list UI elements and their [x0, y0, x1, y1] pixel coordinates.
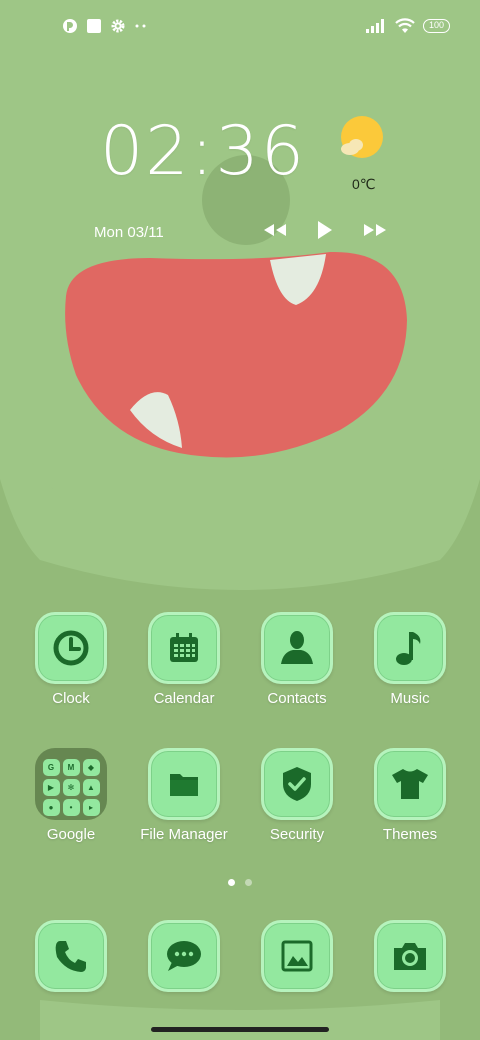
app-security[interactable]: Security: [241, 748, 353, 843]
battery-icon: 100: [422, 19, 450, 33]
home-indicator[interactable]: [151, 1027, 329, 1032]
temperature: 0℃: [352, 176, 376, 192]
calendar-app-tile[interactable]: [148, 612, 220, 684]
google-folder-tile[interactable]: G M ◆ ▶ ✻ ▲ ● • ▸: [35, 748, 107, 820]
app-google-folder[interactable]: G M ◆ ▶ ✻ ▲ ● • ▸ Google: [15, 748, 127, 843]
app-label: Music: [390, 690, 430, 707]
messages-icon: [167, 941, 201, 971]
clock-time[interactable]: 02:36: [100, 112, 306, 192]
more-dots-icon: [135, 24, 146, 28]
phone-icon: [55, 941, 86, 972]
play-icon[interactable]: [316, 219, 334, 241]
gallery-icon: [281, 940, 313, 972]
wifi-icon: [395, 18, 415, 33]
app-clock[interactable]: Clock: [15, 612, 127, 707]
partly-sunny-icon[interactable]: [336, 112, 386, 162]
security-app-tile[interactable]: [261, 748, 333, 820]
phone-app-tile[interactable]: [35, 920, 107, 992]
app-calendar[interactable]: Calendar: [128, 612, 240, 707]
app-label: Themes: [382, 826, 438, 843]
dock-camera[interactable]: [354, 920, 466, 992]
themes-app-tile[interactable]: [374, 748, 446, 820]
messages-app-tile[interactable]: [148, 920, 220, 992]
date-label: Mon 03/11: [94, 224, 164, 241]
photos-mini-icon: ✻: [62, 779, 80, 796]
signal-icon: [365, 19, 384, 33]
page-dot-2[interactable]: [245, 879, 252, 886]
app-label: Security: [269, 826, 325, 843]
play-store-mini-icon: ▸: [82, 799, 100, 816]
clock-app-tile[interactable]: [35, 612, 107, 684]
calendar-icon: [170, 633, 198, 662]
shield-check-icon: [283, 767, 311, 801]
next-icon[interactable]: [362, 221, 388, 239]
dock-phone[interactable]: [15, 920, 127, 992]
app-music[interactable]: Music: [354, 612, 466, 707]
gallery-app-tile[interactable]: [261, 920, 333, 992]
music-note-icon: [396, 632, 421, 665]
page-dot-1[interactable]: [228, 879, 235, 886]
status-bar: 100: [0, 0, 480, 56]
app-label: Calendar: [153, 690, 215, 707]
notification-icons: [62, 18, 148, 34]
clock-icon: [53, 630, 89, 666]
app-label: Contacts: [267, 690, 327, 707]
folder-icon: [170, 774, 198, 796]
app-label: Clock: [52, 690, 90, 707]
square-icon: [87, 19, 101, 33]
app-file-manager[interactable]: File Manager: [128, 748, 240, 843]
youtube-mini-icon: ▶: [42, 779, 60, 796]
previous-icon[interactable]: [262, 221, 288, 239]
gmail-mini-icon: M: [62, 759, 80, 776]
gear-icon: [111, 19, 125, 33]
page-indicator: [228, 879, 252, 886]
dock-messages[interactable]: [128, 920, 240, 992]
notification-app-icon: [63, 19, 77, 33]
assistant-mini-icon: •: [62, 799, 80, 816]
media-controls: [262, 219, 388, 241]
maps-mini-icon: ◆: [82, 759, 100, 776]
google-mini-icon: G: [42, 759, 60, 776]
dock-gallery[interactable]: [241, 920, 353, 992]
app-themes[interactable]: Themes: [354, 748, 466, 843]
contacts-app-tile[interactable]: [261, 612, 333, 684]
drive-mini-icon: ▲: [82, 779, 100, 796]
camera-icon: [394, 943, 426, 970]
file-manager-app-tile[interactable]: [148, 748, 220, 820]
system-icons: 100: [365, 18, 450, 34]
duo-mini-icon: ●: [42, 799, 60, 816]
app-label: File Manager: [140, 826, 228, 843]
camera-app-tile[interactable]: [374, 920, 446, 992]
app-label: Google: [46, 826, 96, 843]
contacts-icon: [281, 631, 313, 664]
music-app-tile[interactable]: [374, 612, 446, 684]
tshirt-icon: [392, 769, 428, 799]
battery-level: 100: [428, 20, 444, 30]
app-contacts[interactable]: Contacts: [241, 612, 353, 707]
